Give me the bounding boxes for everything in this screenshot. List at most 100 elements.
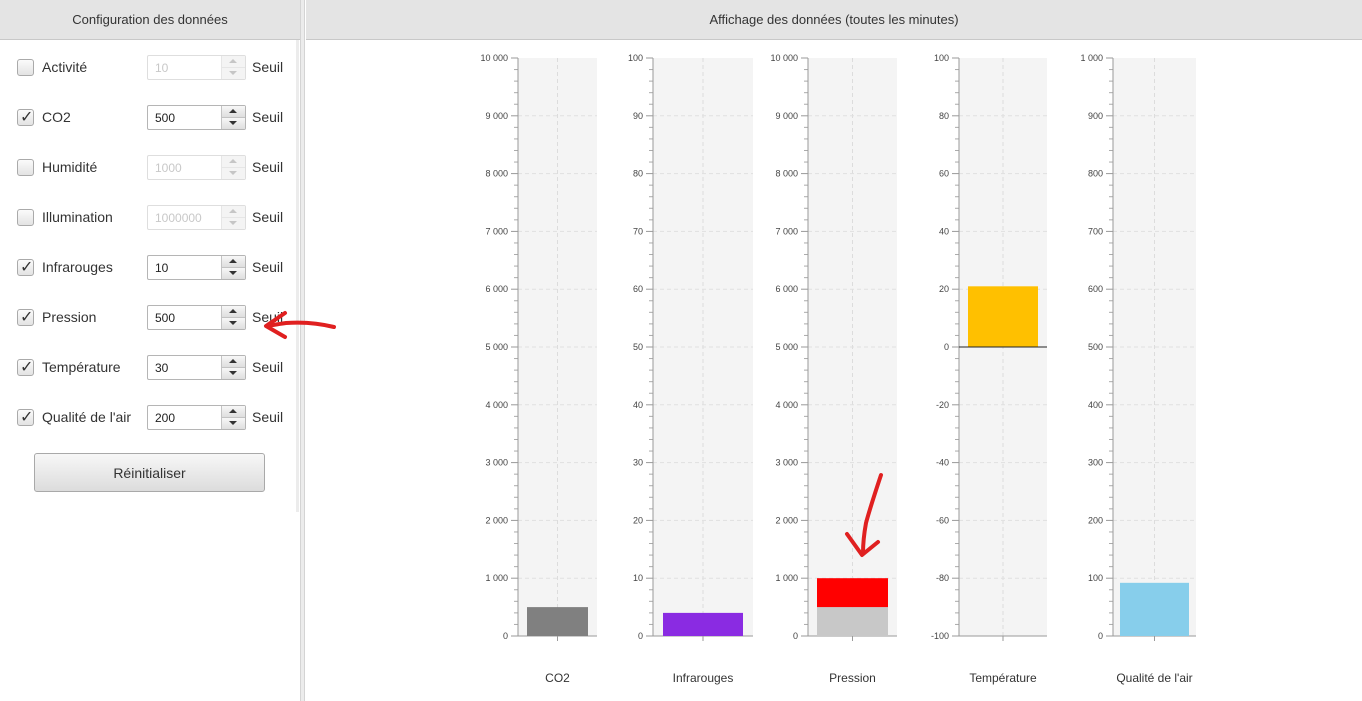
humidite-checkbox[interactable] bbox=[17, 159, 34, 176]
pression-checkbox[interactable]: ✓ bbox=[17, 307, 34, 326]
config-row-temperature: ✓ Température Seuil bbox=[0, 353, 300, 383]
humidite-threshold-input[interactable] bbox=[148, 156, 222, 179]
spinner-buttons bbox=[221, 356, 245, 379]
arrow-down-icon bbox=[229, 221, 237, 225]
activite-threshold-input[interactable] bbox=[148, 56, 222, 79]
infrarouges-decrement-button[interactable] bbox=[222, 268, 245, 279]
illumination-decrement-button[interactable] bbox=[222, 218, 245, 229]
illumination-increment-button[interactable] bbox=[222, 206, 245, 218]
category-label-pression: Pression bbox=[829, 671, 876, 685]
qualite-de-l-air-label: Qualité de l'air bbox=[42, 409, 132, 425]
temperature-decrement-button[interactable] bbox=[222, 368, 245, 379]
pression-threshold-spinner[interactable] bbox=[147, 305, 246, 330]
pression-label: Pression bbox=[42, 309, 97, 325]
y-tick-label: 2 000 bbox=[485, 515, 508, 525]
y-tick-label: 20 bbox=[633, 515, 643, 525]
y-tick-label: 1 000 bbox=[1080, 53, 1103, 63]
co2-threshold-input[interactable] bbox=[148, 106, 222, 129]
y-tick-label: 5 000 bbox=[485, 342, 508, 352]
arrow-up-icon bbox=[229, 59, 237, 63]
y-tick-label: 0 bbox=[944, 342, 949, 352]
humidite-label: Humidité bbox=[42, 159, 98, 175]
y-tick-label: 5 000 bbox=[775, 342, 798, 352]
infrarouges-checkbox[interactable]: ✓ bbox=[17, 257, 34, 276]
infrarouges-threshold-input[interactable] bbox=[148, 256, 222, 279]
arrow-down-icon bbox=[229, 421, 237, 425]
y-tick-label: 10 bbox=[633, 573, 643, 583]
y-tick-label: -100 bbox=[931, 631, 949, 641]
bar-qualite-de-l-air bbox=[1120, 582, 1189, 636]
y-tick-label: -60 bbox=[936, 515, 949, 525]
illumination-label: Illumination bbox=[42, 209, 113, 225]
y-tick-label: 40 bbox=[939, 226, 949, 236]
y-tick-label: 3 000 bbox=[775, 458, 798, 468]
activite-increment-button[interactable] bbox=[222, 56, 245, 68]
y-tick-label: 40 bbox=[633, 400, 643, 410]
y-tick-label: 600 bbox=[1088, 284, 1103, 294]
activite-checkbox[interactable] bbox=[17, 59, 34, 76]
pression-increment-button[interactable] bbox=[222, 306, 245, 318]
reset-button[interactable]: Réinitialiser bbox=[34, 453, 265, 492]
humidite-threshold-spinner[interactable] bbox=[147, 155, 246, 180]
temperature-threshold-input[interactable] bbox=[148, 356, 222, 379]
y-tick-label: 1 000 bbox=[775, 573, 798, 583]
config-row-pression: ✓ Pression Seuil bbox=[0, 303, 300, 333]
y-tick-label: -20 bbox=[936, 400, 949, 410]
y-tick-label: -40 bbox=[936, 458, 949, 468]
infrarouges-seuil-label: Seuil bbox=[252, 259, 284, 275]
category-label-qualite-de-l-air: Qualité de l'air bbox=[1116, 671, 1192, 685]
co2-checkbox[interactable]: ✓ bbox=[17, 107, 34, 126]
y-tick-label: 4 000 bbox=[485, 400, 508, 410]
checkmark-icon: ✓ bbox=[20, 257, 34, 276]
pression-decrement-button[interactable] bbox=[222, 318, 245, 329]
bar-pression-below-threshold bbox=[817, 607, 888, 636]
illumination-checkbox[interactable] bbox=[17, 209, 34, 226]
arrow-down-icon bbox=[229, 371, 237, 375]
co2-increment-button[interactable] bbox=[222, 106, 245, 118]
bar-infrarouges bbox=[663, 612, 743, 636]
qualite-de-l-air-threshold-input[interactable] bbox=[148, 406, 222, 429]
activite-seuil-label: Seuil bbox=[252, 59, 284, 75]
split-pane-divider[interactable] bbox=[300, 0, 305, 701]
qualite-de-l-air-threshold-spinner[interactable] bbox=[147, 405, 246, 430]
humidite-increment-button[interactable] bbox=[222, 156, 245, 168]
qualite-de-l-air-checkbox[interactable]: ✓ bbox=[17, 407, 34, 426]
activite-threshold-spinner[interactable] bbox=[147, 55, 246, 80]
y-tick-label: 60 bbox=[939, 169, 949, 179]
illumination-threshold-spinner[interactable] bbox=[147, 205, 246, 230]
config-row-infrarouges: ✓ Infrarouges Seuil bbox=[0, 253, 300, 283]
y-tick-label: 10 000 bbox=[480, 53, 508, 63]
co2-decrement-button[interactable] bbox=[222, 118, 245, 129]
temperature-threshold-spinner[interactable] bbox=[147, 355, 246, 380]
charts-area: 0 1 000 2 000 3 000 4 000 5 000 6 000 7 000 8 00… bbox=[480, 53, 1196, 685]
qualite-de-l-air-decrement-button[interactable] bbox=[222, 418, 245, 429]
y-tick-label: 100 bbox=[934, 53, 949, 63]
illumination-threshold-input[interactable] bbox=[148, 206, 222, 229]
y-tick-label: 500 bbox=[1088, 342, 1103, 352]
arrow-down-icon bbox=[229, 321, 237, 325]
activite-decrement-button[interactable] bbox=[222, 68, 245, 79]
y-tick-label: 7 000 bbox=[775, 226, 798, 236]
y-tick-label: 4 000 bbox=[775, 400, 798, 410]
arrow-up-icon bbox=[229, 309, 237, 313]
qualite-de-l-air-increment-button[interactable] bbox=[222, 406, 245, 418]
temperature-checkbox[interactable]: ✓ bbox=[17, 357, 34, 376]
co2-threshold-spinner[interactable] bbox=[147, 105, 246, 130]
arrow-down-icon bbox=[229, 271, 237, 275]
pression-threshold-input[interactable] bbox=[148, 306, 222, 329]
bar-temperature bbox=[968, 286, 1038, 347]
spinner-buttons bbox=[221, 156, 245, 179]
y-tick-label: 9 000 bbox=[485, 111, 508, 121]
y-tick-label: 0 bbox=[793, 631, 798, 641]
infrarouges-threshold-spinner[interactable] bbox=[147, 255, 246, 280]
checkmark-icon: ✓ bbox=[20, 407, 34, 426]
y-tick-label: 60 bbox=[633, 284, 643, 294]
configuration-panel: Configuration des données ActivitéSeuil✓… bbox=[0, 0, 300, 701]
y-tick-label: 100 bbox=[1088, 573, 1103, 583]
chart-qualite-de-l-air: 0 100 200 300 400 500 600 700 800 900 1 000 Qualité… bbox=[1080, 53, 1196, 685]
humidite-decrement-button[interactable] bbox=[222, 168, 245, 179]
infrarouges-increment-button[interactable] bbox=[222, 256, 245, 268]
checkmark-icon: ✓ bbox=[20, 307, 34, 326]
temperature-increment-button[interactable] bbox=[222, 356, 245, 368]
y-tick-label: 900 bbox=[1088, 111, 1103, 121]
